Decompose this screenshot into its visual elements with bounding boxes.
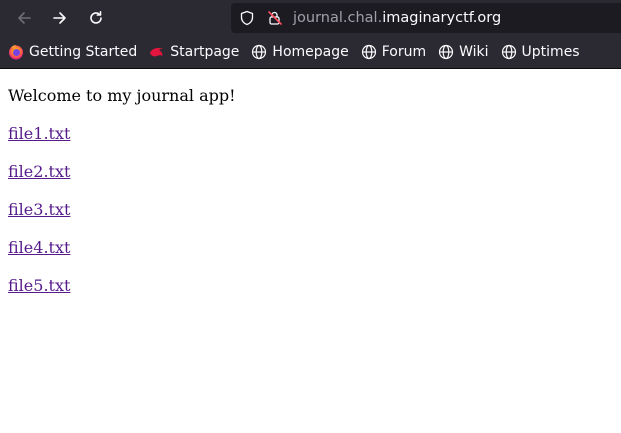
list-item: file1.txt xyxy=(8,123,613,145)
reload-icon xyxy=(90,11,102,24)
arrow-right-icon xyxy=(53,12,66,24)
file-list: file1.txt file2.txt file3.txt file4.txt … xyxy=(8,123,613,297)
bookmark-label: Homepage xyxy=(272,44,349,60)
reload-button[interactable] xyxy=(84,6,108,30)
forward-button[interactable] xyxy=(48,6,72,30)
file-link[interactable]: file4.txt xyxy=(8,238,70,257)
insecure-lock-icon[interactable] xyxy=(267,10,283,26)
file-link[interactable]: file2.txt xyxy=(8,162,70,181)
globe-icon xyxy=(361,44,377,60)
bookmark-wiki[interactable]: Wiki xyxy=(438,44,489,60)
browser-chrome: journal.chal.imaginaryctf.org Getting St… xyxy=(0,0,621,69)
bookmark-label: Startpage xyxy=(170,44,240,60)
url-bar[interactable]: journal.chal.imaginaryctf.org xyxy=(231,3,621,33)
url-text[interactable]: journal.chal.imaginaryctf.org xyxy=(293,3,501,33)
list-item: file4.txt xyxy=(8,237,613,259)
globe-icon xyxy=(251,44,267,60)
bookmark-startpage[interactable]: Startpage xyxy=(149,44,239,60)
file-link[interactable]: file5.txt xyxy=(8,276,70,295)
arrow-left-icon xyxy=(18,12,31,24)
back-button[interactable] xyxy=(12,6,36,30)
file-link[interactable]: file3.txt xyxy=(8,200,70,219)
globe-icon xyxy=(438,44,454,60)
bookmark-forum[interactable]: Forum xyxy=(361,44,426,60)
bookmarks-toolbar: Getting Started Startpage Homepage Forum… xyxy=(0,36,621,68)
bookmark-getting-started[interactable]: Getting Started xyxy=(8,44,137,60)
url-domain: imaginaryctf.org xyxy=(382,10,502,26)
globe-icon xyxy=(501,44,517,60)
list-item: file3.txt xyxy=(8,199,613,221)
bookmark-label: Uptimes xyxy=(521,44,580,60)
bookmark-label: Wiki xyxy=(459,44,489,60)
shield-icon[interactable] xyxy=(239,10,255,26)
bookmark-label: Getting Started xyxy=(29,44,138,60)
bookmark-homepage[interactable]: Homepage xyxy=(251,44,349,60)
page-heading: Welcome to my journal app! xyxy=(8,86,236,105)
navigation-toolbar: journal.chal.imaginaryctf.org xyxy=(0,0,621,36)
bookmark-uptimes[interactable]: Uptimes xyxy=(501,44,580,60)
list-item: file5.txt xyxy=(8,275,613,297)
startpage-icon xyxy=(149,44,165,60)
list-item: file2.txt xyxy=(8,161,613,183)
page-content: Welcome to my journal app! file1.txt fil… xyxy=(0,69,621,321)
firefox-icon xyxy=(8,44,24,60)
file-link[interactable]: file1.txt xyxy=(8,124,70,143)
url-subdomain: journal.chal. xyxy=(293,10,383,26)
bookmark-label: Forum xyxy=(381,44,427,60)
